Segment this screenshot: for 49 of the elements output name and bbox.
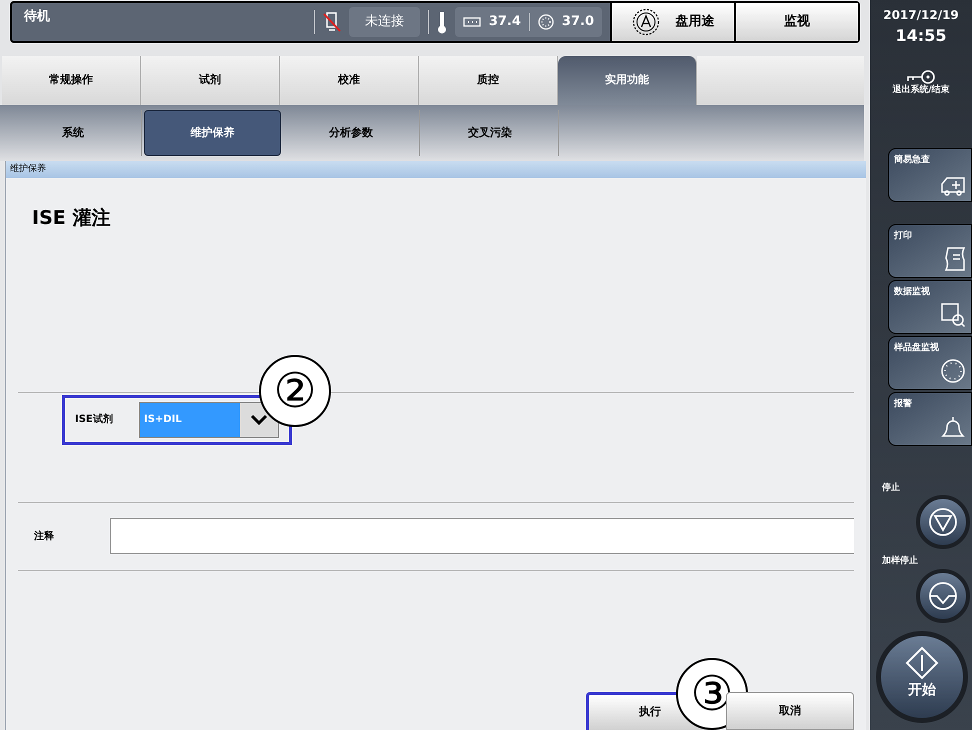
field-label: ISE试剂 [75,412,114,428]
side-button[interactable]: 打印 [888,224,972,278]
callout-number-tooltip: ② [259,354,331,427]
chevron-down-icon [250,414,268,426]
tab[interactable]: 常规操作 [2,56,141,105]
date: 2017/12/19 [882,7,960,24]
comment-field[interactable] [110,518,854,554]
side-button[interactable]: 报警 [888,392,972,446]
tab[interactable]: 试剂 [141,56,280,105]
round-control-button[interactable] [916,495,970,549]
rack-icon [462,17,481,27]
sub-tab[interactable]: 维护保养 [144,110,281,156]
side-button[interactable]: 数据监视 [888,280,972,334]
tab[interactable]: 质控 [419,56,558,105]
side-button[interactable]: 样品盘监视 [888,336,972,390]
scroll-icon [944,246,966,272]
dotted-circle-icon [940,358,966,384]
panel-header: 维护保养 [6,161,866,178]
temperature-reading: 37.0 [562,13,594,32]
action-button[interactable]: 取消 [726,692,854,730]
monitor-search-icon [940,302,966,328]
diamond-icon [905,646,939,680]
sub-tab[interactable]: 分析参数 [283,110,420,156]
mode-label: 待机 [22,8,51,26]
triangle-down-icon [928,507,958,537]
disconnected-device-icon [322,11,341,33]
thermometer-icon [436,10,447,34]
temperature-reading: 37.4 [488,13,521,32]
tab[interactable]: 校准 [280,56,419,105]
round-control-button[interactable] [916,568,970,622]
tab[interactable]: 实用功能 [558,56,697,105]
dotted-circle-icon [538,14,554,30]
connection-status: 未连接 [348,7,420,37]
control-label: 停止 [882,482,901,494]
control-label: 加样停止 [882,555,919,568]
logout-button[interactable]: 退出系统/结束 [870,70,972,98]
sub-tab[interactable]: 系统 [5,110,142,156]
top-button[interactable]: 监视 [734,3,858,41]
field-label: 注释 [33,529,55,544]
side-button[interactable]: 簡易急査 [888,148,972,202]
sub-tab[interactable]: 交叉污染 [422,110,559,156]
bell-icon [940,416,966,440]
top-button[interactable]: 盘用途 [610,3,734,41]
start-button[interactable]: 开始 [876,630,968,722]
page-title: ISE 灌注 [32,206,112,231]
time: 14:55 [894,25,948,47]
key-icon [906,70,936,84]
disk-a-icon [632,8,660,36]
ambulance-icon [940,176,966,196]
